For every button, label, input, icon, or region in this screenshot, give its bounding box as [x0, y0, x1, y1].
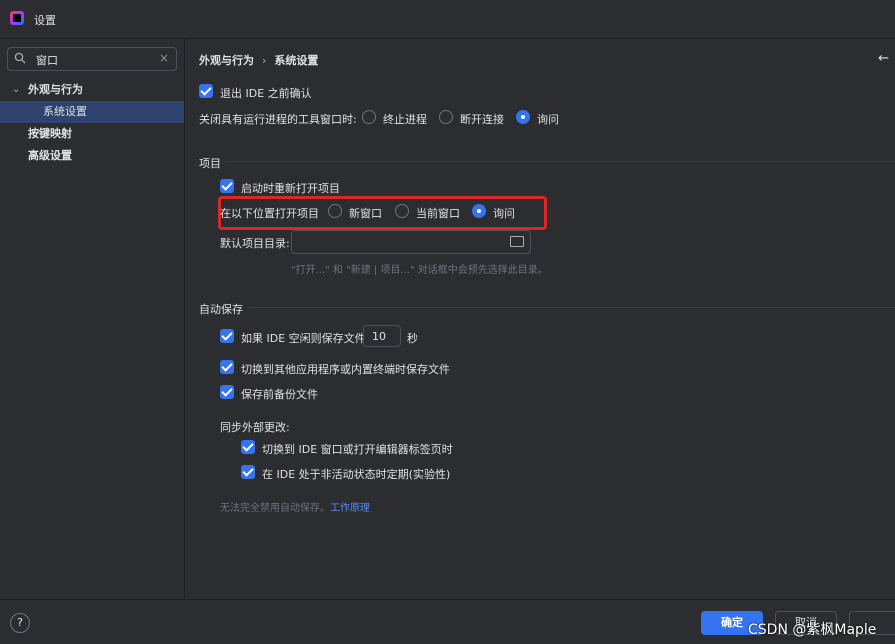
- radio-terminate-process[interactable]: [362, 110, 376, 124]
- title-bar: 设置: [0, 0, 895, 39]
- confirm-exit-label: 退出 IDE 之前确认: [220, 87, 312, 100]
- radio-current-window-label: 当前窗口: [416, 207, 460, 220]
- settings-sidebar: 窗口 × ⌄ 外观与行为 系统设置 按键映射 高级设置: [0, 39, 185, 599]
- section-divider: [225, 161, 895, 162]
- breadcrumb-parent[interactable]: 外观与行为: [199, 54, 254, 67]
- breadcrumb-current: 系统设置: [274, 54, 319, 67]
- sidebar-item-appearance-behavior[interactable]: ⌄ 外观与行为: [0, 79, 184, 101]
- sidebar-item-label: 外观与行为: [28, 83, 83, 96]
- section-divider: [249, 307, 895, 308]
- radio-current-window[interactable]: [395, 204, 409, 218]
- sync-on-switch-checkbox[interactable]: [241, 440, 255, 454]
- save-when-idle-checkbox[interactable]: [220, 329, 234, 343]
- reopen-projects-label: 启动时重新打开项目: [241, 182, 340, 195]
- clear-search-icon[interactable]: ×: [159, 51, 169, 65]
- save-on-switch-label: 切换到其他应用程序或内置终端时保存文件: [241, 363, 450, 376]
- sync-on-switch-label: 切换到 IDE 窗口或打开编辑器标签页时: [262, 443, 453, 456]
- backup-before-save-checkbox[interactable]: [220, 385, 234, 399]
- sidebar-item-keymap[interactable]: 按键映射: [0, 123, 184, 145]
- open-location-label: 在以下位置打开项目: [220, 207, 319, 220]
- how-it-works-link[interactable]: 工作原理: [330, 503, 370, 514]
- radio-ask-label: 询问: [537, 113, 559, 126]
- sidebar-item-label: 按键映射: [28, 127, 72, 140]
- default-dir-label: 默认项目目录:: [220, 237, 290, 250]
- sync-periodic-label: 在 IDE 处于非活动状态时定期(实验性): [262, 468, 451, 481]
- breadcrumb: 外观与行为 › 系统设置: [199, 52, 318, 68]
- radio-ask-open-label: 询问: [493, 207, 515, 220]
- default-dir-field[interactable]: [291, 230, 531, 254]
- autosave-note-text: 无法完全禁用自动保存。: [220, 503, 330, 514]
- save-when-idle-label: 如果 IDE 空闲则保存文件: [241, 332, 366, 345]
- close-tool-window-label: 关闭具有运行进程的工具窗口时:: [199, 113, 357, 126]
- chevron-down-icon: ⌄: [12, 84, 21, 95]
- watermark: CSDN @紫枫Maple: [748, 622, 877, 638]
- autosave-section-title: 自动保存: [199, 303, 243, 316]
- confirm-exit-checkbox[interactable]: [199, 84, 213, 98]
- reopen-projects-checkbox[interactable]: [220, 179, 234, 193]
- radio-new-window[interactable]: [328, 204, 342, 218]
- save-on-switch-checkbox[interactable]: [220, 360, 234, 374]
- backup-before-save-label: 保存前备份文件: [241, 388, 318, 401]
- radio-new-window-label: 新窗口: [349, 207, 382, 220]
- idle-seconds-input[interactable]: 10: [363, 325, 401, 347]
- radio-terminate-label: 终止进程: [383, 113, 427, 126]
- breadcrumb-separator: ›: [262, 54, 267, 67]
- project-section-title: 项目: [199, 157, 221, 170]
- sidebar-item-label: 高级设置: [28, 149, 72, 162]
- radio-disconnect[interactable]: [439, 110, 453, 124]
- sync-external-title: 同步外部更改:: [220, 421, 290, 434]
- sidebar-item-system-settings[interactable]: 系统设置: [0, 101, 184, 123]
- sync-periodic-checkbox[interactable]: [241, 465, 255, 479]
- search-icon: [14, 52, 26, 64]
- window-title: 设置: [34, 14, 56, 27]
- folder-icon[interactable]: [510, 236, 524, 247]
- autosave-note: 无法完全禁用自动保存。工作原理: [220, 499, 370, 514]
- idle-seconds-value: 10: [372, 330, 386, 343]
- settings-search-input[interactable]: 窗口 ×: [7, 47, 177, 71]
- radio-disconnect-label: 断开连接: [460, 113, 504, 126]
- sidebar-item-advanced-settings[interactable]: 高级设置: [0, 145, 184, 167]
- dialog-footer: ? 确定 取消 CSDN @紫枫Maple: [0, 599, 895, 644]
- radio-ask-open[interactable]: [472, 204, 486, 218]
- help-button[interactable]: ?: [10, 613, 30, 633]
- default-dir-hint: "打开..." 和 "新建 | 项目..." 对话框中会预先选择此目录。: [291, 265, 548, 276]
- sidebar-item-label: 系统设置: [43, 105, 87, 118]
- radio-ask-close[interactable]: [516, 110, 530, 124]
- search-query: 窗口: [36, 54, 58, 67]
- intellij-app-icon: [10, 11, 24, 25]
- settings-content: 外观与行为 › 系统设置 ← 退出 IDE 之前确认 关闭具有运行进程的工具窗口时:…: [185, 39, 895, 599]
- seconds-unit: 秒: [407, 332, 418, 345]
- back-arrow-icon[interactable]: ←: [878, 51, 889, 66]
